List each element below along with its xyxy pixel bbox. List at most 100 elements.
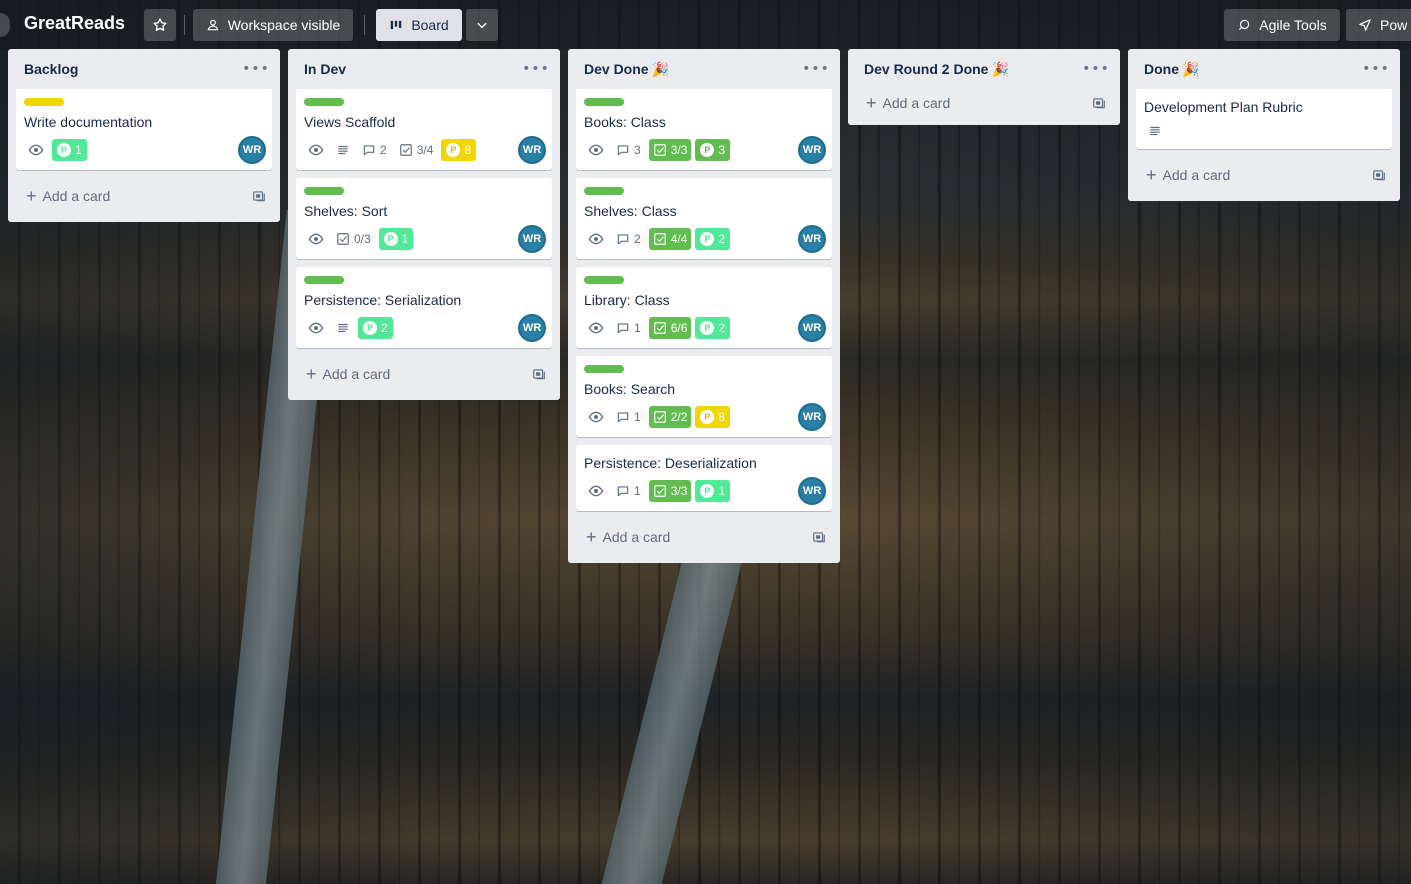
watch-icon: [584, 317, 608, 339]
points-icon: P: [700, 321, 715, 335]
card-label[interactable]: [584, 276, 624, 284]
add-card-button[interactable]: + Add a card: [1136, 157, 1392, 193]
card[interactable]: Views Scaffold 2 3/4 P8 WR: [296, 89, 552, 170]
list-title[interactable]: Backlog: [24, 61, 78, 77]
card[interactable]: Books: Search 1 2/2 P8 WR: [576, 356, 832, 437]
template-icon[interactable]: [252, 189, 266, 203]
description-icon: [332, 139, 354, 161]
agile-tools-icon: [1239, 19, 1250, 31]
checklist-icon: [653, 233, 666, 245]
card[interactable]: Write documentation P1 WR: [16, 89, 272, 170]
comment-icon: [617, 412, 629, 423]
points-icon: P: [363, 321, 377, 335]
list-in-dev: In Dev ••• Views Scaffold 2 3/4 P8 WR Sh…: [288, 49, 560, 400]
header-divider: [184, 15, 185, 35]
board-view-button[interactable]: Board: [376, 9, 462, 41]
list-title[interactable]: Dev Done 🎉: [584, 61, 669, 78]
template-icon[interactable]: [1372, 168, 1386, 182]
card-badges: 3 3/3 P3: [584, 138, 824, 162]
points-icon: P: [57, 143, 71, 157]
checklist-badge: 2/2: [648, 406, 692, 428]
card-label[interactable]: [304, 276, 344, 284]
star-button[interactable]: [144, 9, 176, 41]
list-menu-button[interactable]: •••: [802, 57, 829, 81]
card[interactable]: Shelves: Class 2 4/4 P2 WR: [576, 178, 832, 259]
comments-count: 2: [634, 232, 641, 246]
view-switcher-button[interactable]: [466, 9, 498, 41]
agile-tools-button[interactable]: Agile Tools: [1224, 9, 1340, 41]
avatar[interactable]: WR: [798, 314, 826, 342]
template-icon[interactable]: [532, 367, 546, 381]
card-label[interactable]: [304, 98, 344, 106]
list-menu-button[interactable]: •••: [242, 57, 269, 81]
list-title[interactable]: Done 🎉: [1144, 61, 1199, 78]
list-title[interactable]: Dev Round 2 Done 🎉: [864, 61, 1009, 78]
card-label[interactable]: [24, 98, 64, 106]
avatar[interactable]: WR: [798, 225, 826, 253]
checklist-icon: [653, 144, 666, 156]
power-ups-button[interactable]: Pow: [1346, 9, 1411, 41]
list-menu-button[interactable]: •••: [522, 57, 549, 81]
card[interactable]: Development Plan Rubric: [1136, 89, 1392, 149]
card[interactable]: Persistence: Deserialization 1 3/3 P1 WR: [576, 445, 832, 511]
card-title: Views Scaffold: [304, 114, 396, 130]
list-backlog: Backlog ••• Write documentation P1 WR + A…: [8, 49, 280, 222]
add-card-button[interactable]: + Add a card: [856, 85, 1112, 121]
card-label[interactable]: [584, 187, 624, 195]
avatar[interactable]: WR: [798, 477, 826, 505]
card[interactable]: Shelves: Sort 0/3 P1 WR: [296, 178, 552, 259]
avatar[interactable]: WR: [238, 136, 266, 164]
avatar[interactable]: WR: [798, 136, 826, 164]
visibility-button[interactable]: Workspace visible: [193, 9, 353, 41]
card[interactable]: Library: Class 1 6/6 P2 WR: [576, 267, 832, 348]
checklist-badge: 3/3: [648, 139, 692, 161]
points-icon: P: [700, 232, 715, 246]
checklist-count: 0/3: [354, 232, 371, 246]
template-icon[interactable]: [1092, 96, 1106, 110]
watch-icon: [584, 406, 608, 428]
checklist-badge: 6/6: [648, 317, 692, 339]
template-icon[interactable]: [812, 530, 826, 544]
avatar[interactable]: WR: [518, 225, 546, 253]
more-icon: •••: [1082, 61, 1110, 77]
points-value: 1: [401, 232, 409, 246]
card-badges: 1 6/6 P2: [584, 316, 824, 340]
card[interactable]: Books: Class 3 3/3 P3 WR: [576, 89, 832, 170]
add-card-button[interactable]: + Add a card: [16, 178, 272, 214]
points-badge: P3: [695, 139, 731, 161]
card-label[interactable]: [584, 98, 624, 106]
list-title-text: Dev Done: [584, 61, 649, 77]
points-icon: P: [700, 143, 715, 157]
list-title[interactable]: In Dev: [304, 61, 346, 77]
rocket-icon: [1359, 19, 1371, 31]
more-icon: •••: [1362, 61, 1390, 77]
header-divider: [364, 15, 365, 35]
add-card-button[interactable]: + Add a card: [576, 519, 832, 555]
checklist-count: 2/2: [670, 410, 688, 424]
list-title-text: Done: [1144, 61, 1179, 77]
board-title[interactable]: GreatReads: [24, 13, 125, 34]
watch-icon: [304, 317, 328, 339]
points-value: 3: [718, 143, 726, 157]
watch-icon: [304, 139, 328, 161]
comment-icon: [363, 145, 375, 156]
checklist-icon: [337, 233, 349, 245]
comment-icon: [617, 234, 629, 245]
list-menu-button[interactable]: •••: [1082, 57, 1110, 81]
points-value: 2: [381, 321, 388, 335]
list-dev-round-2-done: Dev Round 2 Done 🎉 ••• + Add a card: [848, 49, 1120, 125]
card-title: Books: Class: [584, 114, 666, 130]
add-card-button[interactable]: + Add a card: [296, 356, 552, 392]
avatar[interactable]: WR: [518, 136, 546, 164]
avatar[interactable]: WR: [798, 403, 826, 431]
list-menu-button[interactable]: •••: [1362, 57, 1390, 81]
avatar[interactable]: WR: [518, 314, 546, 342]
watch-icon: [304, 228, 328, 250]
card-label[interactable]: [304, 187, 344, 195]
card[interactable]: Persistence: Serialization P2 WR: [296, 267, 552, 348]
sidebar-toggle[interactable]: [0, 13, 10, 37]
points-badge: P2: [695, 228, 731, 250]
card-label[interactable]: [584, 365, 624, 373]
watch-icon: [24, 139, 48, 161]
description-icon: [1144, 120, 1166, 142]
